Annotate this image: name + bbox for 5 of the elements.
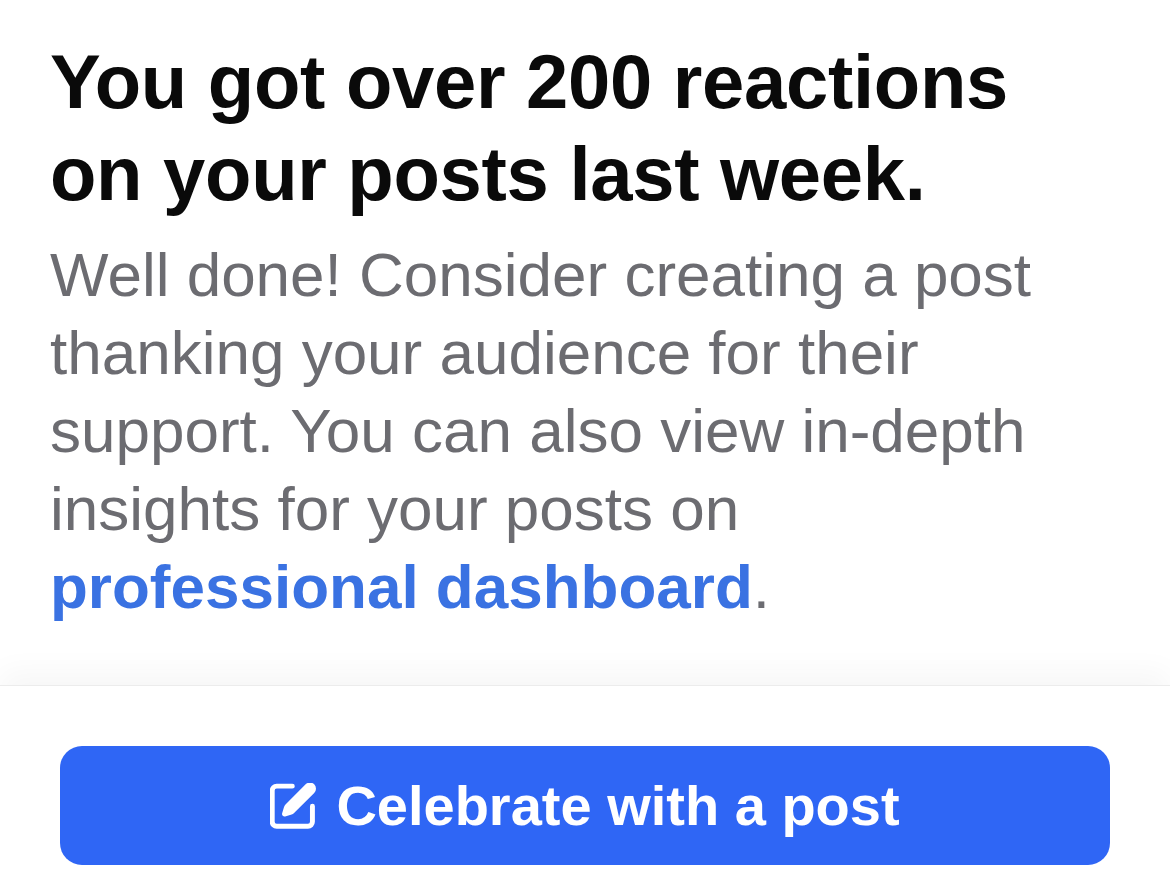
card-heading: You got over 200 reactions on your posts last week. [50, 38, 1009, 218]
pencil-square-icon [270, 782, 317, 829]
description-text: Well done! Consider creating a post thanking your audience for their support. You can also view in-depth insights for your posts on professional dashboard. [50, 239, 1033, 623]
dashboard-link[interactable]: professional dashboard [50, 552, 753, 621]
celebrate-post-button[interactable]: Celebrate with a post [60, 746, 1110, 865]
